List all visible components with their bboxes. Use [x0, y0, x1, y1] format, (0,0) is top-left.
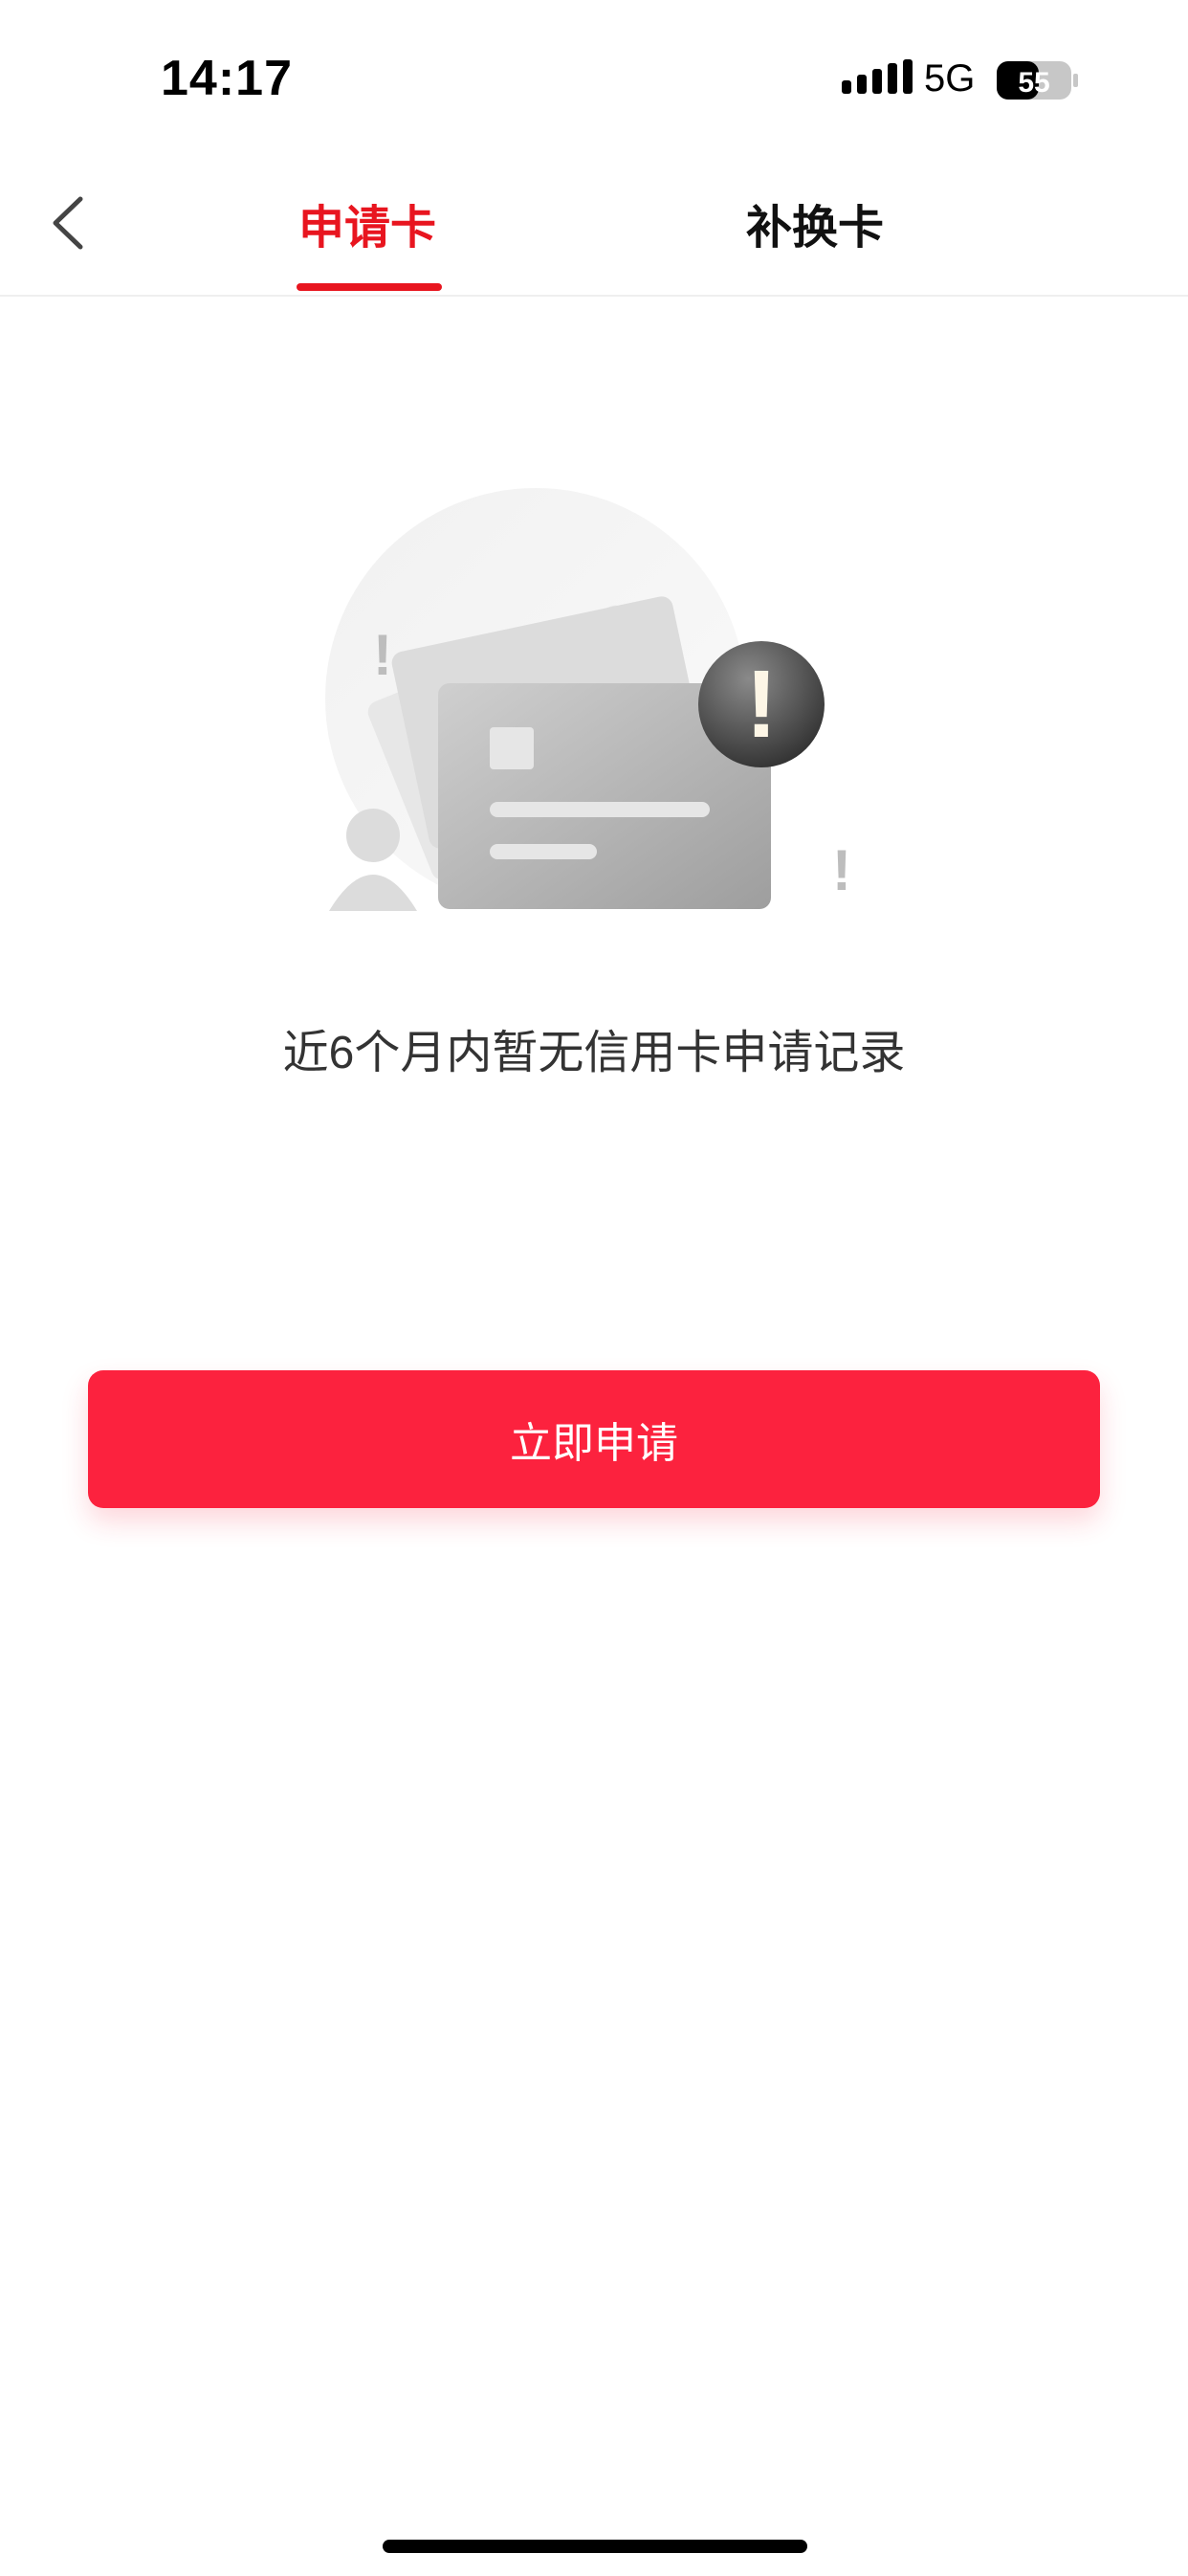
tab-apply-card[interactable]: 申请卡	[298, 189, 436, 256]
chevron-left-icon[interactable]	[42, 189, 99, 256]
exclamation-icon: !	[832, 838, 851, 902]
battery-level: 55	[1018, 67, 1049, 99]
battery-icon: 55	[997, 61, 1078, 100]
active-tab-indicator	[297, 283, 442, 291]
tab-replace-card[interactable]: 补换卡	[746, 189, 884, 256]
empty-state-message: 近6个月内暂无信用卡申请记录	[282, 1028, 906, 1078]
status-bar: 14:17 5G 55	[0, 0, 1188, 153]
top-nav: 申请卡 补换卡	[0, 153, 1188, 297]
network-type: 5G	[924, 57, 976, 100]
status-time: 14:17	[161, 51, 293, 106]
card-warning-illustration: ! ! !	[325, 488, 851, 911]
exclamation-icon: !	[373, 623, 392, 687]
apply-now-button[interactable]: 立即申请	[88, 1370, 1100, 1508]
home-indicator[interactable]	[383, 2540, 807, 2553]
cellular-signal-icon	[842, 59, 913, 94]
exclamation-icon: !	[745, 651, 777, 758]
